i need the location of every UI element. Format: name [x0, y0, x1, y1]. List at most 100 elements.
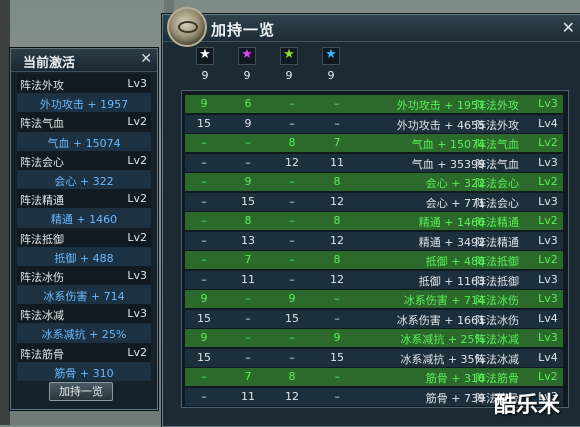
formation-row: 阵法外攻 Lv3 — [17, 74, 151, 94]
table-cell: Lv3 — [538, 272, 558, 286]
table-cell: 阵法冰减 — [475, 333, 519, 346]
table-row: 9 – – 9 冰系减抗 + 25% 阵法冰减 Lv3 — [185, 329, 563, 347]
table-row: – – 12 11 气血 + 35399 阵法气血 Lv3 — [185, 153, 563, 172]
active-formations-list: 阵法外攻 Lv3 外功攻击 + 1957 阵法气血 Lv2 气血 + 15074 阵法会心 L… — [17, 74, 151, 381]
table-cell: 阵法抵御 — [475, 255, 519, 268]
table-cell: Lv2 — [538, 214, 558, 227]
table-cell: 9 — [200, 97, 208, 110]
gem-slot: ★ 9 — [195, 47, 215, 82]
table-cell: 会心 + 771 — [425, 196, 485, 210]
table-cell: 外功攻击 + 1957 — [396, 99, 485, 112]
table-cell: – — [334, 292, 340, 305]
table-cell: – — [289, 331, 295, 344]
table-cell: – — [289, 214, 295, 227]
gem-box: ★ — [238, 47, 256, 65]
bonus-row: 抵御 + 488 — [17, 246, 151, 266]
table-cell: 8 — [333, 253, 341, 266]
table-cell: – — [245, 331, 251, 344]
background-scenery — [0, 0, 10, 425]
formation-row: 阵法气血 Lv2 — [17, 112, 151, 132]
bonus-value: 气血 + 15074 — [47, 136, 121, 150]
table-cell: 9 — [200, 331, 208, 344]
bonus-row: 冰系伤害 + 714 — [17, 285, 151, 305]
view-bonuses-button[interactable]: 加持一览 — [49, 382, 113, 401]
formation-level: Lv3 — [127, 77, 147, 90]
table-cell: 11 — [241, 389, 255, 403]
bonus-row: 会心 + 322 — [17, 169, 151, 190]
table-cell: Lv4 — [538, 116, 558, 130]
bonus-value: 抵御 + 488 — [54, 251, 114, 265]
table-cell: 阵法气血 — [475, 157, 519, 171]
table-row: – 11 – 12 抵御 + 1163 阵法抵御 Lv3 — [185, 270, 563, 289]
table-cell: 阵法外攻 — [475, 99, 519, 112]
table-cell: 11 — [330, 155, 344, 169]
formation-row: 阵法抵御 Lv2 — [17, 227, 151, 247]
table-cell: Lv3 — [538, 97, 558, 110]
table-cell: 12 — [285, 389, 299, 403]
magenta-star-gem-icon: ★ — [241, 47, 253, 62]
table-cell: 12 — [330, 194, 344, 208]
gem-box: ★ — [196, 47, 214, 65]
table-cell: 9 — [244, 116, 252, 130]
table-cell: 阵法抵御 — [475, 274, 519, 288]
bonus-row: 气血 + 15074 — [17, 131, 151, 151]
table-cell: 15 — [197, 311, 211, 325]
formation-level: Lv3 — [127, 307, 147, 321]
bonus-row: 筋骨 + 310 — [17, 361, 151, 381]
gem-count: 9 — [327, 69, 335, 82]
formation-name: 阵法会心 — [20, 155, 64, 169]
table-cell: 精通 + 1460 — [418, 216, 485, 229]
formation-level: Lv2 — [127, 230, 147, 244]
formation-row: 阵法会心 Lv2 — [17, 150, 151, 170]
table-cell: 冰系伤害 + 714 — [403, 294, 485, 307]
table-cell: 阵法气血 — [475, 138, 519, 151]
close-icon[interactable]: ✕ — [140, 51, 152, 67]
table-cell: 阵法冰伤 — [475, 313, 519, 327]
table-cell: – — [201, 272, 207, 286]
table-row: – 15 – 12 会心 + 771 阵法会心 Lv3 — [185, 192, 563, 211]
table-cell: Lv4 — [538, 350, 558, 364]
table-cell: 9 — [200, 292, 208, 305]
table-row: 9 – 9 – 冰系伤害 + 714 阵法冰伤 Lv3 — [185, 290, 563, 308]
table-cell: 13 — [241, 233, 255, 247]
table-cell: 7 — [333, 136, 341, 149]
table-cell: 11 — [241, 272, 255, 286]
green-star-gem-icon: ★ — [283, 47, 295, 62]
table-cell: – — [201, 233, 207, 247]
table-cell: 外功攻击 + 4655 — [396, 118, 485, 132]
formation-row: 阵法精通 Lv2 — [17, 189, 151, 209]
formation-name: 阵法精通 — [20, 194, 64, 208]
table-cell: 冰系减抗 + 35% — [400, 352, 485, 366]
table-cell: – — [201, 253, 207, 266]
table-row: 15 – – 15 冰系减抗 + 35% 阵法冰减 Lv4 — [185, 348, 563, 367]
table-cell: – — [201, 155, 207, 169]
table-cell: – — [245, 350, 251, 364]
gem-count: 9 — [285, 69, 293, 82]
table-cell: 抵御 + 488 — [425, 255, 485, 268]
gem-slot: ★ 9 — [321, 47, 341, 82]
table-cell: 8 — [244, 214, 252, 227]
table-cell: 筋骨 + 310 — [425, 372, 485, 385]
bonus-value: 会心 + 322 — [54, 174, 114, 188]
active-formations-header: 当前激活 ✕ — [11, 49, 157, 72]
table-cell: 8 — [333, 214, 341, 227]
table-row: – 7 8 – 筋骨 + 310 阵法筋骨 Lv2 — [185, 368, 563, 386]
table-cell: 9 — [288, 292, 296, 305]
bonus-overview-header: 加持一览 ✕ — [163, 7, 580, 47]
formation-level: Lv2 — [127, 115, 147, 129]
formation-level: Lv2 — [127, 192, 147, 206]
table-cell: 气血 + 15074 — [411, 138, 485, 151]
table-cell: 阵法会心 — [475, 177, 519, 190]
table-cell: – — [334, 311, 340, 325]
table-cell: – — [334, 389, 340, 403]
table-cell: – — [289, 253, 295, 266]
white-star-gem-icon: ★ — [199, 47, 211, 62]
formation-level: Lv2 — [127, 153, 147, 167]
close-icon[interactable]: ✕ — [562, 18, 575, 37]
table-cell: Lv3 — [538, 155, 558, 169]
table-cell: 15 — [330, 350, 344, 364]
table-cell: Lv2 — [538, 370, 558, 383]
gem-box: ★ — [280, 47, 298, 65]
table-cell: 7 — [244, 253, 252, 266]
table-cell: 阵法精通 — [475, 235, 519, 249]
